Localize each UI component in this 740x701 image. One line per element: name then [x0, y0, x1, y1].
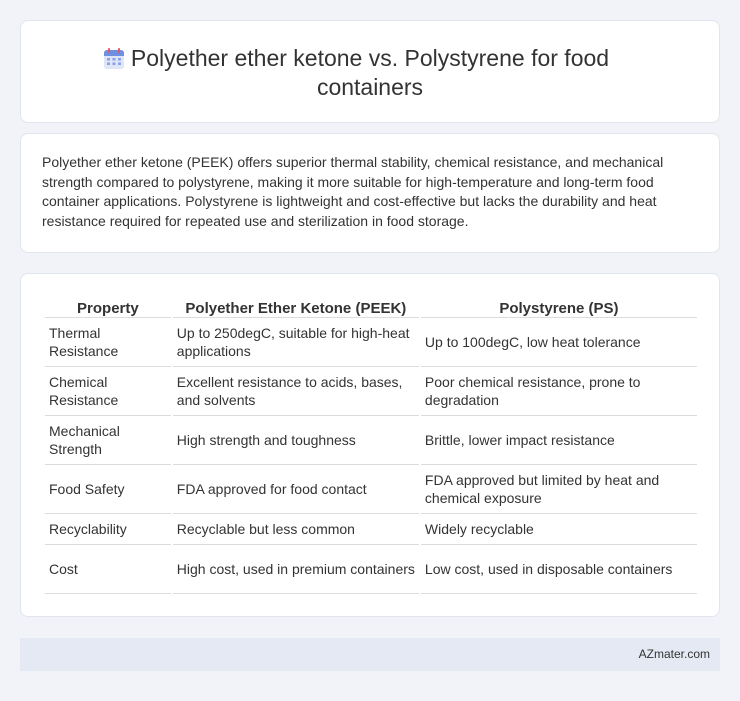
- footer-brand-link[interactable]: AZmater.com: [639, 647, 710, 661]
- table-cell: Recyclable but less common: [172, 514, 419, 545]
- table-cell: Poor chemical resistance, prone to degra…: [420, 367, 697, 416]
- title-card: Polyether ether ketone vs. Polystyrene f…: [20, 20, 720, 123]
- table-cell: Low cost, used in disposable containers: [420, 545, 697, 594]
- table-row: Mechanical Strength High strength and to…: [45, 416, 697, 465]
- table-cell: Mechanical Strength: [45, 416, 171, 465]
- table-cell: Excellent resistance to acids, bases, an…: [172, 367, 419, 416]
- table-cell: Recyclability: [45, 514, 171, 545]
- table-cell: Thermal Resistance: [45, 318, 171, 367]
- comparison-table: Property Polyether Ether Ketone (PEEK) P…: [43, 296, 699, 594]
- table-header-row: Property Polyether Ether Ketone (PEEK) P…: [45, 296, 697, 318]
- table-cell: High cost, used in premium containers: [172, 545, 419, 594]
- footer-bar: AZmater.com: [20, 638, 720, 671]
- column-header: Polystyrene (PS): [420, 296, 697, 318]
- table-cell: Chemical Resistance: [45, 367, 171, 416]
- table-cell: Food Safety: [45, 465, 171, 514]
- table-cell: Brittle, lower impact resistance: [420, 416, 697, 465]
- table-cell: Cost: [45, 545, 171, 594]
- table-cell: High strength and toughness: [172, 416, 419, 465]
- table-row: Thermal Resistance Up to 250degC, suitab…: [45, 318, 697, 367]
- column-header: Property: [45, 296, 171, 318]
- comparison-card: Property Polyether Ether Ketone (PEEK) P…: [20, 273, 720, 617]
- page-title: Polyether ether ketone vs. Polystyrene f…: [130, 45, 610, 100]
- table-row: Chemical Resistance Excellent resistance…: [45, 367, 697, 416]
- table-cell: FDA approved for food contact: [172, 465, 419, 514]
- table-cell: FDA approved but limited by heat and che…: [420, 465, 697, 514]
- table-cell: Widely recyclable: [420, 514, 697, 545]
- summary-text: Polyether ether ketone (PEEK) offers sup…: [42, 154, 664, 229]
- summary-card: Polyether ether ketone (PEEK) offers sup…: [20, 133, 720, 253]
- table-row: Cost High cost, used in premium containe…: [45, 545, 697, 594]
- table-cell: Up to 100degC, low heat tolerance: [420, 318, 697, 367]
- table-row: Recyclability Recyclable but less common…: [45, 514, 697, 545]
- table-row: Food Safety FDA approved for food contac…: [45, 465, 697, 514]
- table-cell: Up to 250degC, suitable for high-heat ap…: [172, 318, 419, 367]
- column-header: Polyether Ether Ketone (PEEK): [172, 296, 419, 318]
